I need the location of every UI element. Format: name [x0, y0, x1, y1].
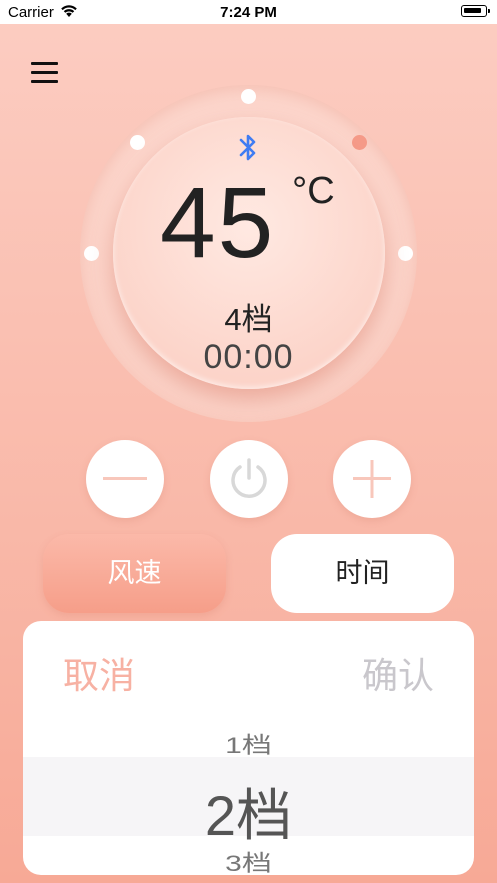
- decrease-button[interactable]: [86, 440, 164, 518]
- picker-option[interactable]: 1档: [23, 727, 474, 760]
- power-icon: [231, 458, 267, 498]
- status-bar: Carrier 7:24 PM: [0, 0, 497, 24]
- dial-level-dot: [241, 89, 256, 104]
- temperature-value: 45: [160, 167, 276, 279]
- dial-level-dot: [84, 246, 99, 261]
- battery-icon: [461, 5, 490, 17]
- gear-picker-sheet: 取消 确认 1档 2档 3档: [23, 621, 474, 875]
- hamburger-menu-icon[interactable]: [31, 62, 58, 84]
- dial-level-dot: [130, 135, 145, 150]
- gear-level: 4档: [224, 302, 273, 337]
- plus-icon: [353, 460, 391, 498]
- bluetooth-icon: [239, 134, 256, 161]
- status-time: 7:24 PM: [220, 4, 277, 21]
- timer-display: 00:00: [203, 338, 294, 376]
- picker-option[interactable]: 3档: [23, 845, 474, 875]
- picker-option-selected[interactable]: 2档: [23, 771, 474, 852]
- confirm-button[interactable]: 确认: [362, 647, 434, 699]
- minus-icon: [103, 477, 147, 480]
- dial-level-dot-active: [352, 135, 367, 150]
- cancel-button[interactable]: 取消: [63, 647, 135, 699]
- power-button[interactable]: [210, 440, 288, 518]
- dial-level-dot: [398, 246, 413, 261]
- increase-button[interactable]: [333, 440, 411, 518]
- fan-speed-button[interactable]: 风速: [43, 534, 226, 613]
- time-button[interactable]: 时间: [271, 534, 454, 613]
- temperature-unit: °C: [292, 170, 335, 212]
